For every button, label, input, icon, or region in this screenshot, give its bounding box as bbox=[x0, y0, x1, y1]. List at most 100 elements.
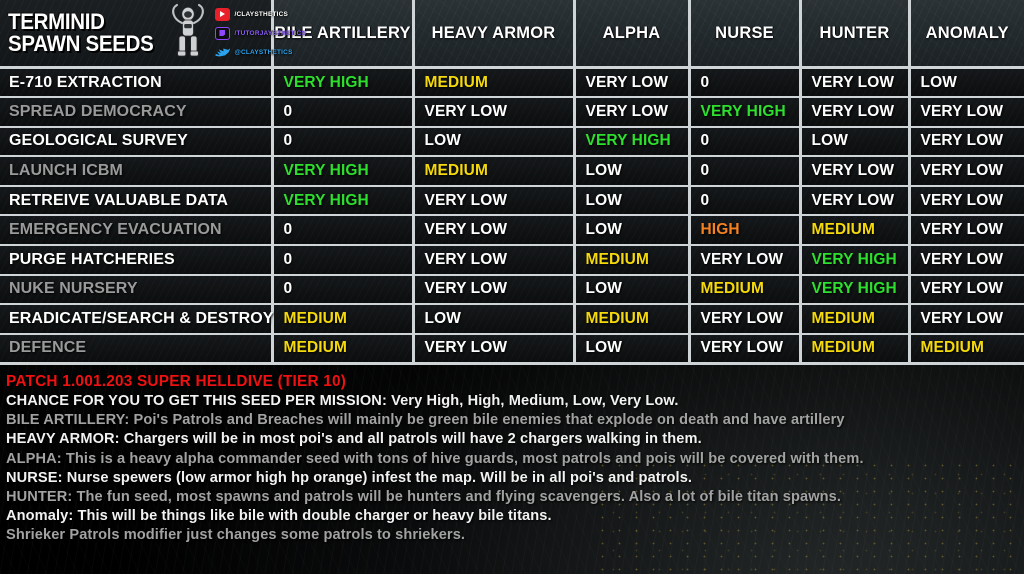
cell-anomaly: LOW bbox=[907, 67, 1024, 99]
cell-alpha: LOW bbox=[572, 156, 689, 187]
table-row: NUKE NURSERY 0 VERY LOW LOW MEDIUM VERY HIGH V… bbox=[0, 274, 1024, 306]
social-link-twitch[interactable]: /TUTORJAYSTHETICS bbox=[215, 25, 306, 42]
cell-nurse: 0 bbox=[687, 126, 800, 158]
page-title: TERMINID SPAWN SEEDS bbox=[0, 11, 164, 55]
table-header: TERMINID SPAWN SEEDS /CLAYSTHETICS /TUTO… bbox=[0, 0, 1024, 68]
column-header-heavy-armor: HEAVY ARMOR bbox=[411, 0, 574, 68]
cell-nurse: VERY HIGH bbox=[687, 97, 800, 128]
cell-bile-artillery: 0 bbox=[270, 215, 413, 247]
cell-heavy-armor: LOW bbox=[411, 126, 574, 158]
note-line: ALPHA: This is a heavy alpha commander s… bbox=[6, 450, 864, 467]
cell-bile-artillery: MEDIUM bbox=[270, 304, 413, 335]
cell-bile-artillery: 0 bbox=[270, 97, 413, 128]
mission-name-cell: NUKE NURSERY bbox=[0, 274, 272, 306]
cell-heavy-armor: VERY LOW bbox=[411, 185, 574, 217]
cell-anomaly: VERY LOW bbox=[907, 215, 1024, 247]
spawn-seed-table: TERMINID SPAWN SEEDS /CLAYSTHETICS /TUTO… bbox=[0, 0, 1024, 365]
header-row: TERMINID SPAWN SEEDS /CLAYSTHETICS /TUTO… bbox=[0, 0, 1024, 68]
table-row: RETREIVE VALUABLE DATA VERY HIGH VERY LOW L… bbox=[0, 185, 1024, 217]
cell-heavy-armor: MEDIUM bbox=[411, 156, 574, 187]
table-row: DEFENCE MEDIUM VERY LOW LOW VERY LOW MEDIUM ME… bbox=[0, 333, 1024, 365]
cell-anomaly: VERY LOW bbox=[907, 156, 1024, 187]
title-line-1: TERMINID bbox=[8, 9, 105, 34]
cell-hunter: MEDIUM bbox=[798, 304, 909, 335]
cell-hunter: LOW bbox=[798, 126, 909, 158]
note-line: HUNTER: The fun seed, most spawns and pa… bbox=[6, 488, 842, 505]
youtube-handle: /CLAYSTHETICS bbox=[234, 11, 289, 18]
column-header-nurse: NURSE bbox=[687, 0, 800, 68]
table-row: ERADICATE/SEARCH & DESTROY MEDIUM LOW MEDIU… bbox=[0, 304, 1024, 335]
cell-anomaly: VERY LOW bbox=[907, 126, 1024, 158]
cell-heavy-armor: VERY LOW bbox=[411, 245, 574, 276]
cell-nurse: HIGH bbox=[687, 215, 800, 247]
cell-heavy-armor: VERY LOW bbox=[411, 215, 574, 247]
column-header-hunter: HUNTER bbox=[798, 0, 909, 68]
cell-alpha: VERY LOW bbox=[572, 97, 689, 128]
cell-bile-artillery: VERY HIGH bbox=[270, 67, 413, 99]
table-row: E-710 EXTRACTION VERY HIGH MEDIUM VERY LOW 0… bbox=[0, 67, 1024, 99]
mission-name-cell: EMERGENCY EVACUATION bbox=[0, 215, 272, 247]
cell-anomaly: VERY LOW bbox=[907, 274, 1024, 306]
cell-alpha: MEDIUM bbox=[572, 245, 689, 276]
mission-name-cell: ERADICATE/SEARCH & DESTROY bbox=[0, 304, 273, 335]
cell-heavy-armor: VERY LOW bbox=[411, 274, 574, 306]
mission-name-cell: GEOLOGICAL SURVEY bbox=[0, 126, 272, 158]
cell-heavy-armor: VERY LOW bbox=[411, 97, 574, 128]
note-line: Shrieker Patrols modifier just changes s… bbox=[6, 527, 466, 544]
youtube-icon bbox=[215, 8, 231, 21]
cell-anomaly: MEDIUM bbox=[907, 333, 1024, 365]
table-body: E-710 EXTRACTION VERY HIGH MEDIUM VERY LOW 0… bbox=[0, 67, 1024, 365]
cell-alpha: LOW bbox=[572, 333, 689, 365]
cell-nurse: VERY LOW bbox=[687, 245, 800, 276]
twitter-icon bbox=[215, 46, 230, 59]
mission-name-cell: LAUNCH ICBM bbox=[0, 156, 272, 187]
cell-hunter: VERY LOW bbox=[798, 97, 909, 128]
mission-name-cell: PURGE HATCHERIES bbox=[0, 245, 272, 276]
cell-hunter: VERY LOW bbox=[798, 185, 909, 217]
table-row: PURGE HATCHERIES 0 VERY LOW MEDIUM VERY LOW V… bbox=[0, 245, 1024, 276]
cell-hunter: VERY LOW bbox=[798, 67, 909, 99]
mission-name-cell: DEFENCE bbox=[0, 333, 272, 365]
cell-anomaly: VERY LOW bbox=[907, 185, 1024, 217]
cell-alpha: LOW bbox=[572, 274, 689, 306]
cell-bile-artillery: VERY HIGH bbox=[270, 185, 413, 217]
table-row: LAUNCH ICBM VERY HIGH MEDIUM LOW 0 VERY LOW VE… bbox=[0, 156, 1024, 187]
mission-name-cell: RETREIVE VALUABLE DATA bbox=[0, 185, 272, 217]
cell-heavy-armor: LOW bbox=[411, 304, 574, 335]
social-link-twitter[interactable]: @CLAYSTHETICS bbox=[215, 44, 306, 61]
cell-hunter: VERY HIGH bbox=[798, 245, 909, 276]
column-header-alpha: ALPHA bbox=[572, 0, 689, 68]
terminid-spawn-seeds-infographic: TERMINID SPAWN SEEDS /CLAYSTHETICS /TUTO… bbox=[0, 0, 1024, 574]
social-links: /CLAYSTHETICS /TUTORJAYSTHETICS @CLAYSTH… bbox=[215, 5, 306, 61]
column-header-anomaly: ANOMALY bbox=[907, 0, 1024, 68]
cell-heavy-armor: VERY LOW bbox=[411, 333, 574, 365]
social-link-youtube[interactable]: /CLAYSTHETICS bbox=[215, 6, 306, 23]
title-line-2: SPAWN SEEDS bbox=[8, 31, 154, 56]
cell-bile-artillery: MEDIUM bbox=[270, 333, 413, 365]
cell-alpha: LOW bbox=[572, 215, 689, 247]
note-line: CHANCE FOR YOU TO GET THIS SEED PER MISS… bbox=[6, 392, 679, 409]
mission-name-cell: E-710 EXTRACTION bbox=[0, 67, 272, 99]
cell-alpha: VERY LOW bbox=[572, 67, 689, 99]
patch-version-note: PATCH 1.001.203 SUPER HELLDIVE (TIER 10) bbox=[6, 372, 347, 390]
cell-heavy-armor: MEDIUM bbox=[411, 67, 574, 99]
cell-hunter: MEDIUM bbox=[798, 333, 909, 365]
cell-bile-artillery: 0 bbox=[270, 245, 413, 276]
cell-alpha: MEDIUM bbox=[572, 304, 689, 335]
cell-hunter: MEDIUM bbox=[798, 215, 909, 247]
cell-nurse: VERY LOW bbox=[687, 304, 800, 335]
cell-nurse: 0 bbox=[687, 156, 800, 187]
table-row: EMERGENCY EVACUATION 0 VERY LOW LOW HIGH MEDI… bbox=[0, 215, 1024, 247]
mission-name-cell: SPREAD DEMOCRACY bbox=[0, 97, 272, 128]
note-line: NURSE: Nurse spewers (low armor high hp … bbox=[6, 469, 693, 486]
cell-anomaly: VERY LOW bbox=[907, 304, 1024, 335]
table-row: SPREAD DEMOCRACY 0 VERY LOW VERY LOW VERY HI… bbox=[0, 97, 1024, 128]
cell-anomaly: VERY LOW bbox=[907, 245, 1024, 276]
note-line: Anomaly: This will be things like bile w… bbox=[6, 508, 552, 525]
cell-bile-artillery: 0 bbox=[270, 274, 413, 306]
cell-bile-artillery: 0 bbox=[270, 126, 413, 158]
twitch-icon bbox=[215, 27, 231, 40]
note-line: BILE ARTILLERY: Poi's Patrols and Breach… bbox=[6, 412, 845, 429]
twitter-handle: @CLAYSTHETICS bbox=[234, 49, 293, 56]
cell-alpha: VERY HIGH bbox=[572, 126, 689, 158]
